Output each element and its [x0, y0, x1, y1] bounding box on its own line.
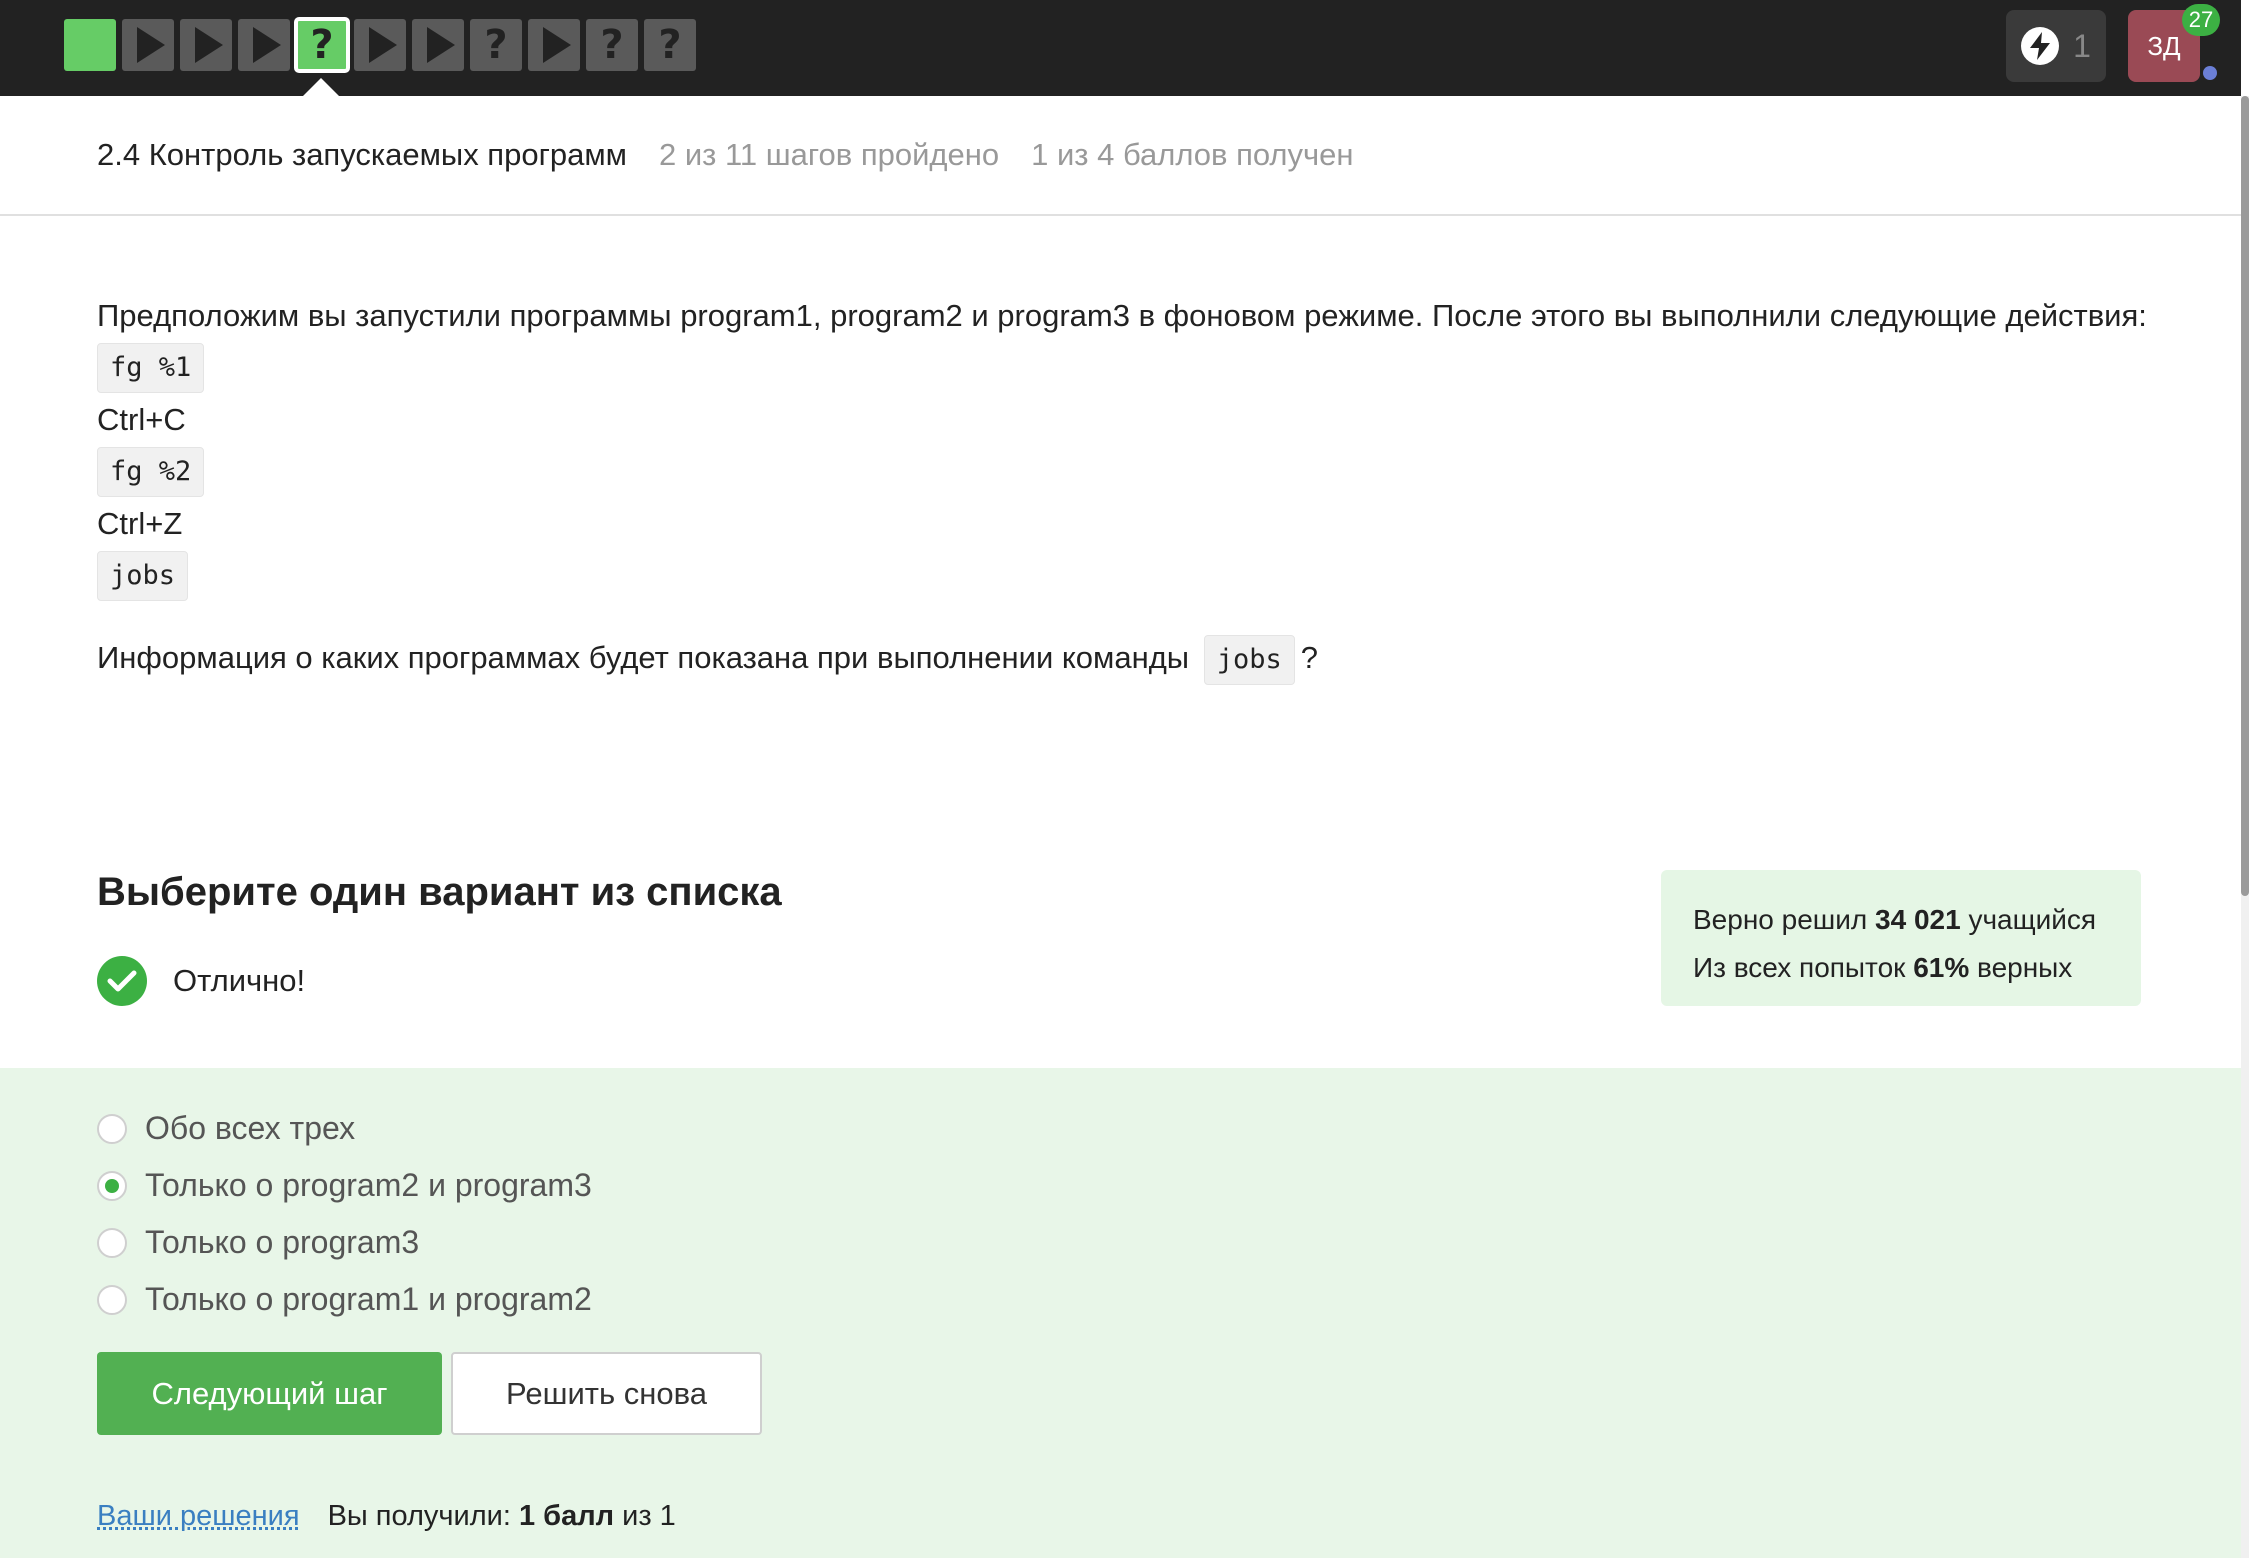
- solved-count: 34 021: [1875, 904, 1961, 935]
- lesson-title[interactable]: 2.4 Контроль запускаемых программ: [97, 137, 627, 173]
- step-5-button[interactable]: ?: [294, 17, 350, 73]
- step-6-button[interactable]: [354, 19, 406, 71]
- result-message: Отлично!: [97, 956, 305, 1006]
- notification-badge: 27: [2182, 4, 2220, 36]
- lesson-header: 2.4 Контроль запускаемых программ 2 из 1…: [0, 96, 2241, 216]
- attempts-stat: Из всех попыток 61% верных: [1693, 952, 2073, 983]
- code-snippet: fg %1: [97, 343, 205, 393]
- step-navigation: ? ? ? ?: [64, 17, 696, 73]
- your-solutions-link[interactable]: Ваши решения: [97, 1500, 300, 1533]
- footer-bar: Ваши решения Вы получили: 1 балл из 1: [97, 1500, 676, 1533]
- stats-panel: Верно решил 34 021 учащийся Из всех попы…: [1661, 870, 2141, 1006]
- energy-button[interactable]: 1: [2006, 10, 2106, 82]
- question-prefix: Информация о каких программах будет пока…: [97, 640, 1190, 675]
- points-progress: 1 из 4 баллов получен: [1031, 137, 1354, 172]
- scrollbar-thumb[interactable]: [2241, 96, 2249, 896]
- action-line: jobs: [97, 550, 2197, 602]
- play-icon: [427, 27, 455, 63]
- top-navbar: ? ? ? ? 1 ЗД 27: [0, 0, 2241, 96]
- current-step-caret: [303, 78, 339, 96]
- step-4-button[interactable]: [238, 19, 290, 71]
- option-label[interactable]: Обо всех трех: [145, 1110, 355, 1147]
- question-icon: ?: [600, 22, 624, 68]
- radio-button-selected[interactable]: [97, 1170, 127, 1201]
- online-status-dot: [2203, 66, 2217, 80]
- section-title: Выберите один вариант из списка: [97, 870, 782, 914]
- radio-button[interactable]: [97, 1113, 127, 1144]
- solved-stat: Верно решил 34 021 учащийся: [1693, 904, 2097, 935]
- step-7-button[interactable]: [412, 19, 464, 71]
- task-content: Предположим вы запустили программы progr…: [97, 290, 2197, 685]
- option-label[interactable]: Только о program1 и program2: [145, 1281, 592, 1318]
- result-text: Отлично!: [173, 963, 306, 998]
- option-label[interactable]: Только о program3: [145, 1224, 419, 1261]
- step-11-button[interactable]: ?: [644, 19, 696, 71]
- action-line: Ctrl+C: [97, 394, 2197, 446]
- code-snippet: jobs: [1203, 635, 1295, 685]
- play-icon: [195, 27, 223, 63]
- option-label[interactable]: Только о program2 и program3: [145, 1167, 592, 1204]
- question-icon: ?: [658, 22, 682, 68]
- score-value: 1 балл: [518, 1500, 615, 1532]
- attempts-percent: 61%: [1913, 952, 1970, 983]
- option-item[interactable]: Обо всех трех: [97, 1100, 592, 1157]
- play-icon: [543, 27, 571, 63]
- next-step-button[interactable]: Следующий шаг: [97, 1352, 442, 1435]
- steps-progress: 2 из 11 шагов пройдено: [658, 137, 1000, 172]
- step-1-button[interactable]: [64, 19, 116, 71]
- code-snippet: jobs: [97, 551, 189, 601]
- action-line: fg %1: [97, 342, 2197, 394]
- task-intro: Предположим вы запустили программы progr…: [97, 298, 2147, 333]
- action-line: Ctrl+Z: [97, 498, 2197, 550]
- step-8-button[interactable]: ?: [470, 19, 522, 71]
- action-text: Ctrl+C: [97, 402, 186, 437]
- play-icon: [137, 27, 165, 63]
- code-snippet: fg %2: [97, 447, 205, 497]
- step-9-button[interactable]: [528, 19, 580, 71]
- step-3-button[interactable]: [180, 19, 232, 71]
- question-icon: ?: [310, 22, 334, 68]
- question-text: Информация о каких программах будет пока…: [97, 632, 2197, 685]
- option-item[interactable]: Только о program1 и program2: [97, 1271, 592, 1328]
- energy-count: 1: [2073, 27, 2091, 64]
- play-icon: [253, 27, 281, 63]
- check-icon: [97, 956, 147, 1006]
- option-item[interactable]: Только о program2 и program3: [97, 1157, 592, 1214]
- option-item[interactable]: Только о program3: [97, 1214, 592, 1271]
- step-2-button[interactable]: [122, 19, 174, 71]
- play-icon: [369, 27, 397, 63]
- action-text: Ctrl+Z: [97, 506, 183, 541]
- score-summary: Вы получили: 1 балл из 1: [327, 1500, 676, 1532]
- radio-button[interactable]: [97, 1284, 127, 1315]
- action-line: fg %2: [97, 446, 2197, 498]
- radio-button[interactable]: [97, 1227, 127, 1258]
- lightning-icon: [2021, 27, 2060, 65]
- question-suffix: ?: [1300, 640, 1318, 675]
- step-10-button[interactable]: ?: [586, 19, 638, 71]
- question-icon: ?: [484, 22, 508, 68]
- solve-again-button[interactable]: Решить снова: [451, 1352, 762, 1435]
- options-list: Обо всех трех Только о program2 и progra…: [97, 1100, 592, 1328]
